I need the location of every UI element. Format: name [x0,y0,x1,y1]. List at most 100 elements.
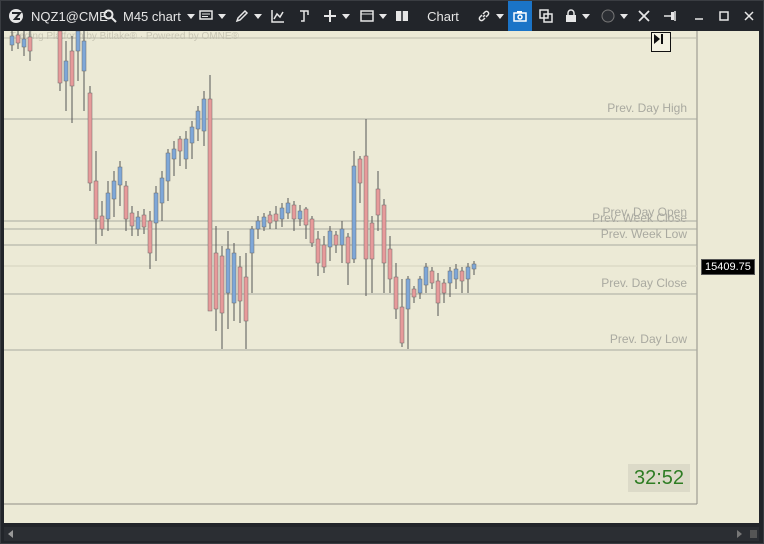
chart-area[interactable]: Trading Platform by Bitlake® · Powered b… [4,31,759,523]
candle-body [249,228,255,254]
candle-body [255,220,261,230]
title-bar: NQZ1@CME M45 chart Chart [1,1,763,31]
candle-body [237,266,243,302]
chevron-down-icon [217,13,226,19]
candle-body [213,252,219,310]
candle-body [99,215,105,230]
candle-body [369,222,375,260]
candle-body [9,35,15,46]
chevron-down-icon [341,13,350,19]
go-to-end-button[interactable] [651,32,671,52]
chevron-down-icon [378,13,387,19]
candle-body [147,220,153,254]
close-button[interactable] [737,1,761,31]
candle-body [243,276,249,322]
pencil-icon [235,9,249,23]
screenshot-button[interactable] [508,1,532,31]
color-picker-button[interactable] [597,1,631,31]
candle-body [15,34,21,44]
candle-body [465,266,471,280]
link-button[interactable] [473,1,507,31]
camera-icon [513,10,527,22]
candle-body [435,280,441,304]
level-label: Prev. Day Close [601,276,687,290]
minimize-button[interactable] [687,1,711,31]
drawing-tools-button[interactable] [232,1,264,31]
candle-body [135,216,141,230]
candle-body [117,166,123,186]
chevron-down-icon [619,13,628,19]
candle-body [351,165,357,260]
timeframe-dropdown[interactable]: M45 chart [123,1,195,31]
candle-body [411,288,417,298]
candle-body [405,278,411,310]
level-label: Prev. Day Low [609,332,687,346]
candle-body [105,192,111,220]
candle-body [177,138,183,152]
candle-body [93,180,99,220]
settings-tools-icon[interactable] [633,1,655,31]
scroll-right-icon[interactable] [737,530,742,538]
maximize-icon [719,11,729,21]
candle-body [321,244,327,268]
window-layout-button[interactable] [356,1,390,31]
chevron-down-icon [495,13,504,19]
book-icon[interactable] [393,1,411,31]
comment-icon [198,10,213,22]
timeframe-label: M45 chart [123,8,181,24]
candle-body [153,192,159,224]
candle-body [297,210,303,220]
anchor-icon[interactable] [293,1,315,31]
candle-body [165,152,171,182]
symbol-label: NQZ1@CME [31,8,108,24]
lock-button[interactable] [561,1,593,31]
candle-body [345,236,351,264]
candle-body [231,252,237,304]
candle-body [129,212,135,227]
close-icon [744,11,754,21]
chart-template-button[interactable] [197,1,227,31]
circle-icon [601,9,615,23]
candle-body [63,60,69,82]
candle-body [27,36,33,52]
candle-body [171,148,177,160]
horizontal-scrollbar[interactable] [4,527,759,541]
candle-body [399,306,405,344]
candle-body [225,248,231,294]
candle-body [207,98,213,312]
window-icon [359,10,374,22]
candle-body [69,50,75,87]
minimize-icon [694,11,704,21]
crosshair-button[interactable] [319,1,353,31]
candle-body [111,180,117,200]
lock-icon [565,9,577,23]
search-icon[interactable] [101,1,119,31]
candle-body [189,126,195,144]
candle-body [195,110,201,130]
chart-type-label: Chart [427,8,459,24]
candle-body [201,98,207,132]
chart-type-button[interactable]: Chart [417,1,469,31]
candle-body [429,270,435,284]
level-label: Prev. Week Low [600,227,687,241]
scroll-end-handle[interactable] [750,530,757,538]
chevron-down-icon [186,13,195,19]
chevron-down-icon [253,13,262,19]
maximize-button[interactable] [712,1,736,31]
scroll-left-icon[interactable] [8,530,13,538]
candle-body [333,234,339,246]
candle-body [57,31,63,84]
bar-countdown-timer: 32:52 [628,464,690,492]
indicators-icon[interactable] [267,1,289,31]
candle-body [309,218,315,244]
candle-body [453,268,459,280]
duplicate-icon[interactable] [535,1,557,31]
candle-body [123,185,129,220]
candle-body [159,177,165,204]
symbol-selector[interactable]: NQZ1@CME [31,1,108,31]
pin-icon[interactable] [659,1,681,31]
candle-body [339,228,345,246]
candle-body [219,255,225,314]
candle-body [423,266,429,286]
candle-body [357,158,363,184]
